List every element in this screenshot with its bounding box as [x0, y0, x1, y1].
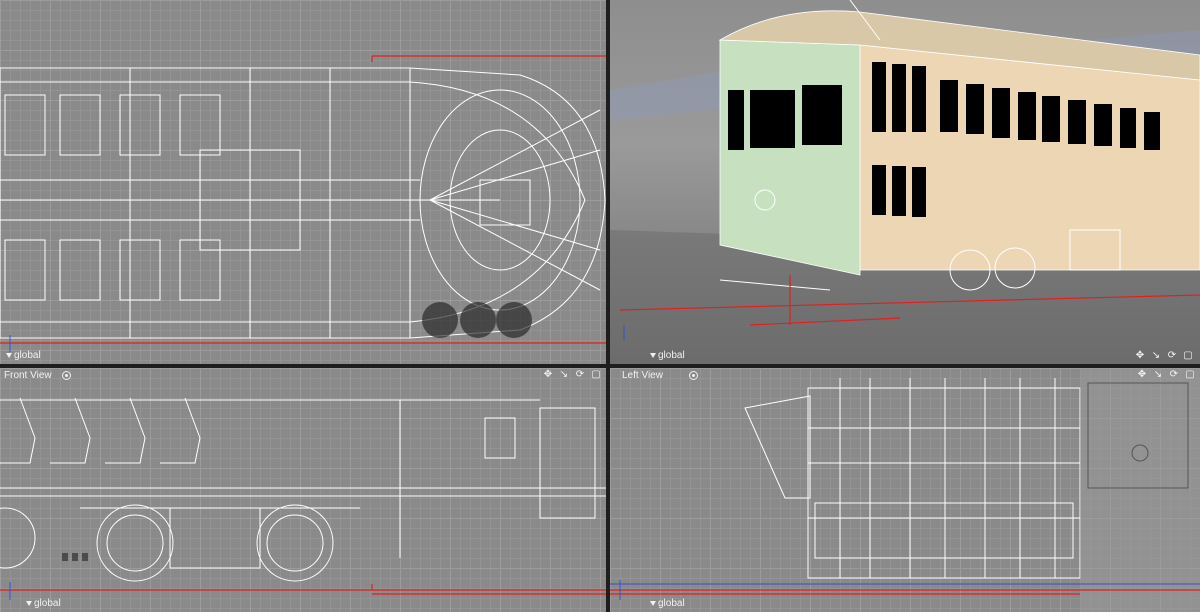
viewport-title[interactable]: Left View [622, 370, 663, 381]
global-label[interactable]: global [650, 598, 685, 609]
rotate-icon[interactable]: ⟳ [1166, 350, 1178, 361]
left-view-header: Left View [610, 368, 1200, 382]
maximize-icon[interactable]: ▢ [1184, 369, 1196, 380]
perspective-toolbar: ✥ ↘ ⟳ ▢ [1134, 350, 1194, 361]
zoom-icon[interactable]: ↘ [1152, 369, 1164, 380]
viewport-title[interactable]: Front View [4, 370, 52, 381]
maximize-icon[interactable]: ▢ [1182, 350, 1194, 361]
viewport-divider-vertical[interactable] [606, 0, 610, 612]
move-icon[interactable]: ✥ [1136, 369, 1148, 380]
top-wireframe [0, 55, 606, 352]
tram-render [610, 0, 1200, 364]
camera-icon[interactable] [61, 370, 71, 380]
move-icon[interactable]: ✥ [1134, 350, 1146, 361]
maximize-icon[interactable]: ▢ [590, 369, 602, 380]
rotate-icon[interactable]: ⟳ [574, 369, 586, 380]
chevron-down-icon [6, 353, 12, 358]
top-viewport[interactable]: global [0, 0, 606, 364]
global-label[interactable]: global [26, 598, 61, 609]
chevron-down-icon [650, 353, 656, 358]
left-toolbar: ✥ ↘ ⟳ ▢ [1136, 369, 1196, 380]
global-label[interactable]: global [6, 350, 41, 361]
front-view-header: Front View [0, 368, 606, 382]
left-viewport[interactable]: Left View ✥ ↘ ⟳ ▢ global [610, 368, 1200, 612]
left-wireframe [610, 368, 1200, 612]
front-wireframe [0, 397, 606, 600]
camera-icon[interactable] [688, 370, 698, 380]
chevron-down-icon [26, 601, 32, 606]
chevron-down-icon [650, 601, 656, 606]
global-label[interactable]: global [650, 350, 685, 361]
rotate-icon[interactable]: ⟳ [1168, 369, 1180, 380]
front-viewport[interactable]: Front View ✥ ↘ ⟳ ▢ global [0, 368, 606, 612]
front-toolbar: ✥ ↘ ⟳ ▢ [542, 369, 602, 380]
move-icon[interactable]: ✥ [542, 369, 554, 380]
zoom-icon[interactable]: ↘ [558, 369, 570, 380]
zoom-icon[interactable]: ↘ [1150, 350, 1162, 361]
perspective-viewport[interactable]: ✥ ↘ ⟳ ▢ global [610, 0, 1200, 364]
